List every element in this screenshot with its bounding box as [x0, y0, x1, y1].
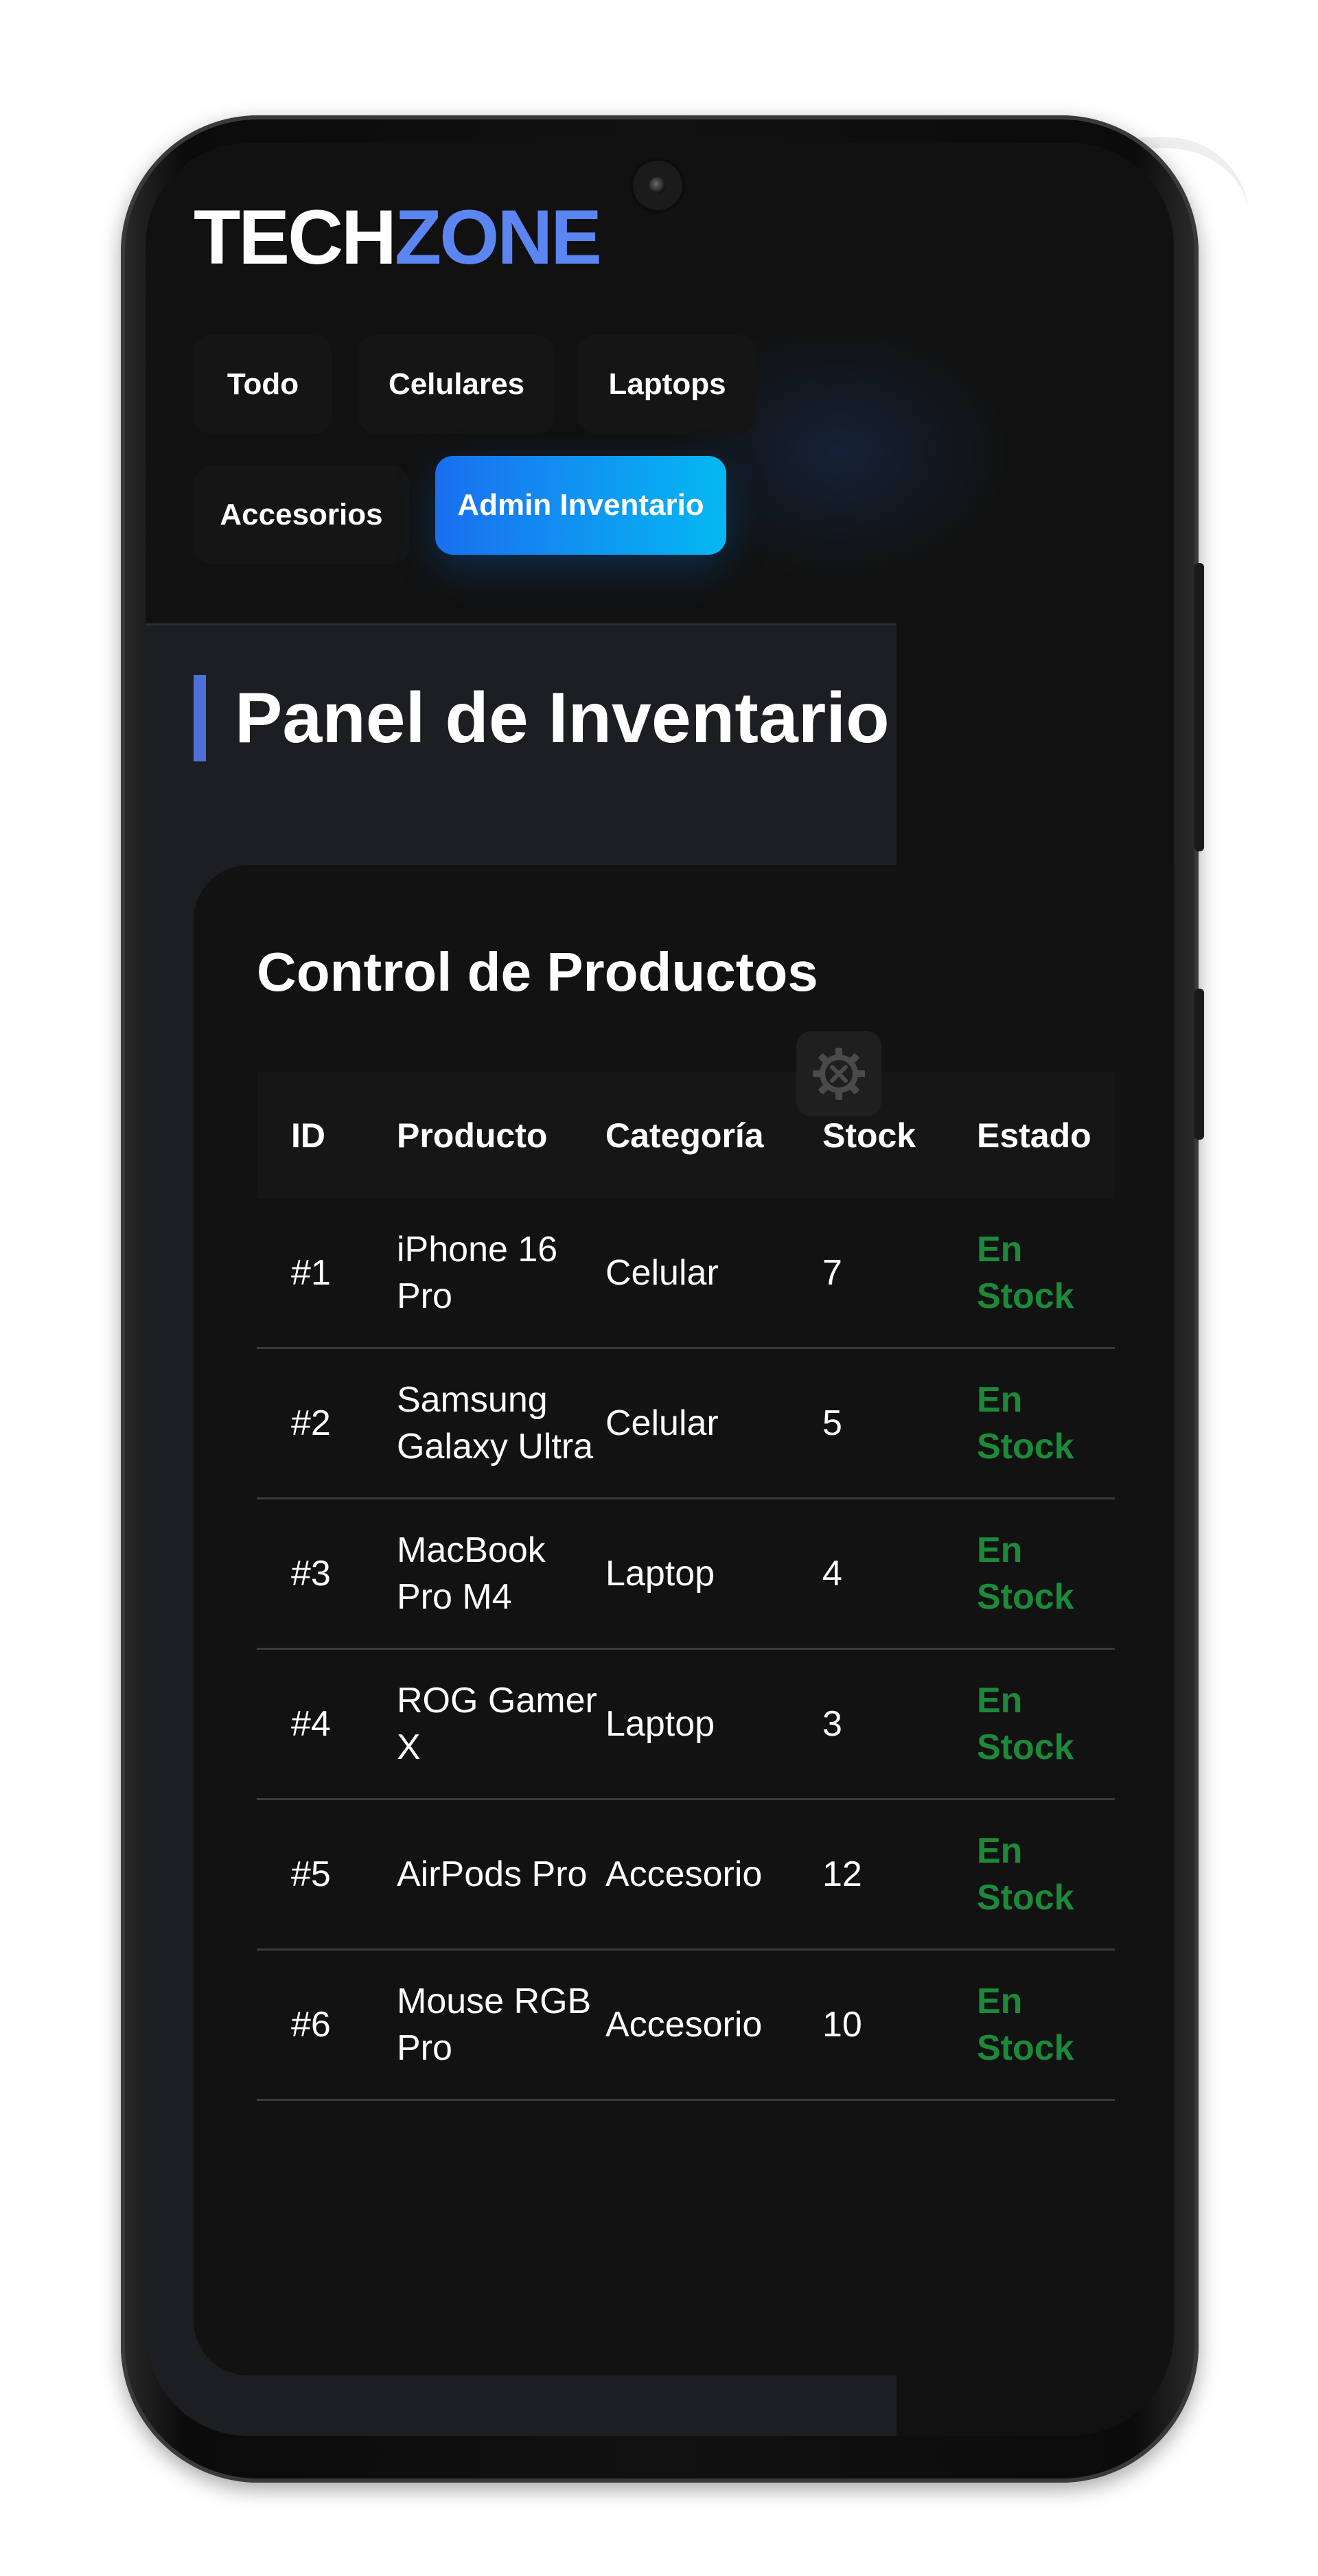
settings-button[interactable]: [796, 1031, 881, 1116]
page-title: Panel de Inventario: [194, 675, 890, 761]
camera-icon: [633, 161, 682, 210]
cell-product: ROG Gamer X: [397, 1648, 605, 1800]
inventory-table: ID Producto Categoría Stock Estado #1 iP…: [257, 1072, 1115, 2101]
table-row[interactable]: #6 Mouse RGB Pro Accesorio 10 En Stock: [257, 1949, 1115, 2101]
column-header-status: Estado: [977, 1116, 1091, 1155]
status-badge: En Stock: [977, 1831, 1074, 1918]
column-header-category: Categoría: [605, 1116, 764, 1155]
power-button: [1194, 563, 1204, 851]
nav-button-admin-inventario[interactable]: Admin Inventario: [435, 456, 726, 555]
nav-button-accesorios[interactable]: Accesorios: [194, 465, 409, 564]
cell-stock: 12: [822, 1799, 977, 1951]
products-card: Control de Productos ID Producto Categor…: [194, 865, 1174, 2376]
cell-stock: 4: [822, 1498, 977, 1650]
table-row[interactable]: #1 iPhone 16 Pro Celular 7 En Stock: [257, 1199, 1115, 1349]
logo-text-zone: ZONE: [394, 194, 602, 280]
cell-product: AirPods Pro: [397, 1799, 605, 1951]
table-row[interactable]: #3 MacBook Pro M4 Laptop 4 En Stock: [257, 1498, 1115, 1650]
cell-status: En Stock: [977, 1648, 1115, 1800]
cell-category: Celular: [605, 1348, 822, 1499]
cell-stock: 7: [822, 1199, 977, 1349]
gear-wrench-icon: [813, 1048, 865, 1100]
status-badge: En Stock: [977, 1981, 1074, 2068]
status-badge: En Stock: [977, 1230, 1074, 1316]
cell-category: Accesorio: [605, 1799, 822, 1951]
phone-screen: TECHZONE Todo Celulares Laptops Accesori…: [146, 143, 1174, 2436]
cell-category: Celular: [605, 1199, 822, 1349]
cell-status: En Stock: [977, 1799, 1115, 1951]
table-header-row: ID Producto Categoría Stock Estado: [257, 1072, 1115, 1199]
status-badge: En Stock: [977, 1530, 1074, 1617]
cell-stock: 5: [822, 1348, 977, 1499]
column-header-product: Producto: [397, 1116, 548, 1155]
cell-product: MacBook Pro M4: [397, 1498, 605, 1650]
cell-status: En Stock: [977, 1949, 1115, 2101]
cell-stock: 10: [822, 1949, 977, 2101]
volume-button: [1194, 989, 1204, 1140]
nav-button-laptops[interactable]: Laptops: [578, 335, 756, 434]
cell-product: Samsung Galaxy Ultra: [397, 1348, 605, 1499]
cell-id: #4: [257, 1648, 397, 1800]
table-row[interactable]: #5 AirPods Pro Accesorio 12 En Stock: [257, 1799, 1115, 1951]
nav-button-todo[interactable]: Todo: [194, 335, 332, 434]
cell-status: En Stock: [977, 1199, 1115, 1349]
status-badge: En Stock: [977, 1380, 1074, 1467]
cell-id: #6: [257, 1949, 397, 2101]
nav-button-celulares[interactable]: Celulares: [358, 335, 555, 434]
cell-category: Laptop: [605, 1648, 822, 1800]
cell-category: Accesorio: [605, 1949, 822, 2101]
column-header-id: ID: [291, 1116, 325, 1155]
cell-stock: 3: [822, 1648, 977, 1800]
cell-product: Mouse RGB Pro: [397, 1949, 605, 2101]
panel-header: Panel de Inventario: [146, 623, 897, 873]
card-title: Control de Productos: [257, 941, 818, 1002]
cell-id: #2: [257, 1348, 397, 1499]
app-logo[interactable]: TECHZONE: [194, 199, 602, 276]
logo-text-tech: TECH: [194, 194, 397, 280]
cell-category: Laptop: [605, 1498, 822, 1650]
cell-status: En Stock: [977, 1348, 1115, 1499]
status-badge: En Stock: [977, 1681, 1074, 1767]
table-row[interactable]: #4 ROG Gamer X Laptop 3 En Stock: [257, 1648, 1115, 1800]
cell-status: En Stock: [977, 1498, 1115, 1650]
cell-id: #5: [257, 1799, 397, 1951]
cell-id: #3: [257, 1498, 397, 1650]
cell-id: #1: [257, 1199, 397, 1349]
table-row[interactable]: #2 Samsung Galaxy Ultra Celular 5 En Sto…: [257, 1348, 1115, 1499]
cell-product: iPhone 16 Pro: [397, 1199, 605, 1349]
